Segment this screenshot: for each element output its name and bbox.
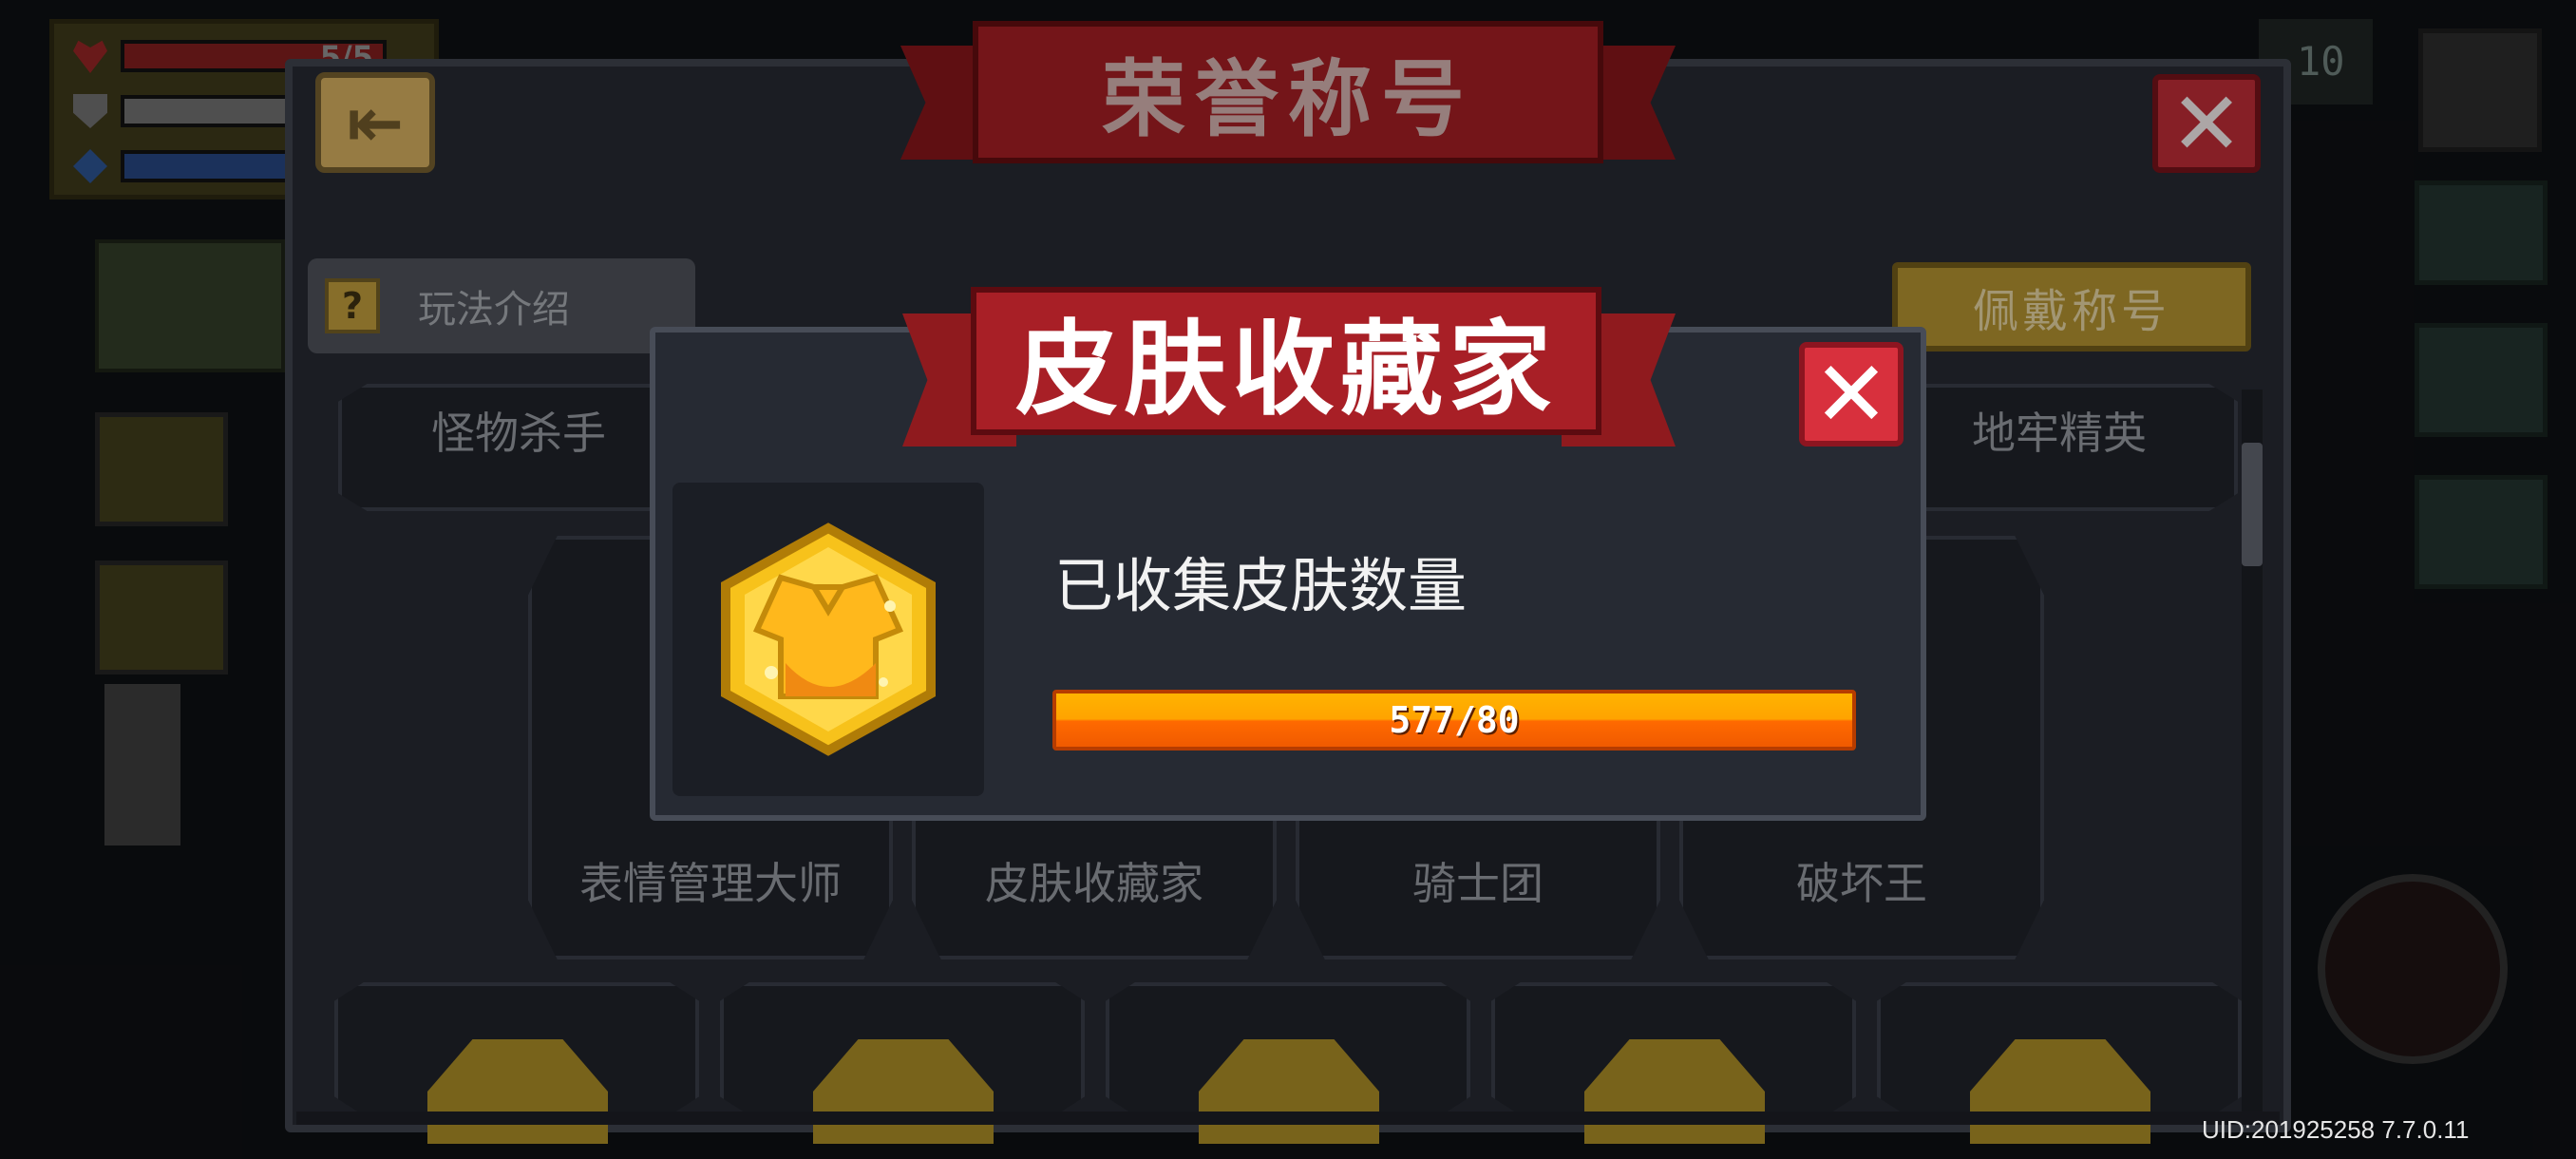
- golden-shirt-medal-icon: [721, 522, 936, 756]
- skin-progress-text: 577/80: [1389, 699, 1520, 741]
- dialog-title: 皮肤收藏家: [971, 287, 1601, 435]
- dialog-close-button[interactable]: ✕: [1799, 341, 1904, 447]
- uid-version-label: UID:201925258 7.7.0.11: [2202, 1115, 2470, 1144]
- skin-progress-bar: 577/80: [1052, 690, 1856, 750]
- skins-collected-label: 已收集皮肤数量: [1054, 551, 1468, 620]
- close-icon: ✕: [1812, 341, 1890, 447]
- medal-frame: [672, 483, 984, 796]
